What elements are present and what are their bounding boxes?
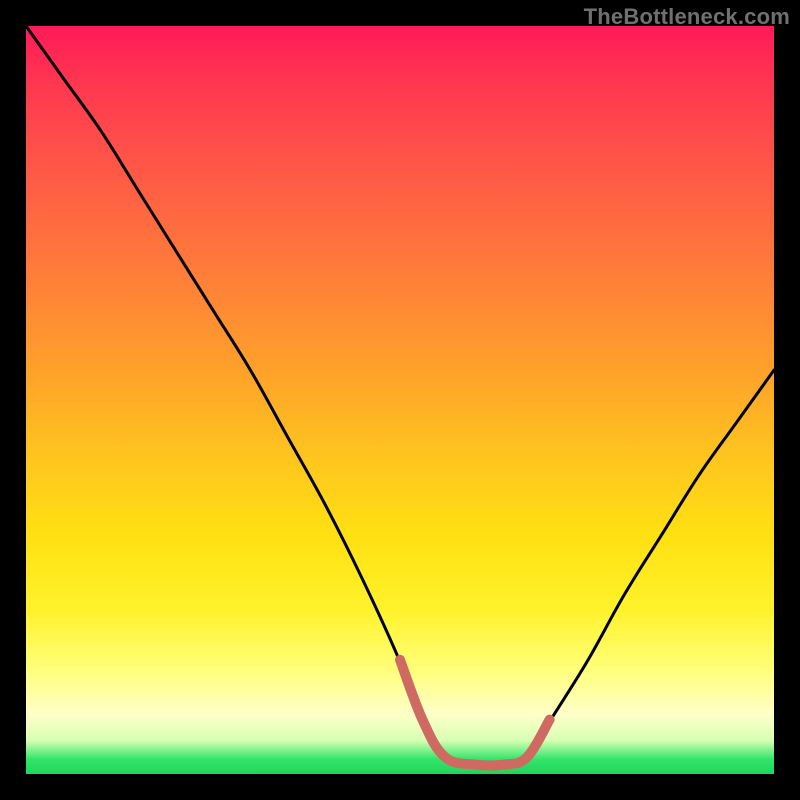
bottleneck-accent-segment	[400, 660, 550, 766]
plot-area	[26, 26, 774, 774]
chart-frame: TheBottleneck.com	[0, 0, 800, 800]
curve-layer	[26, 26, 774, 774]
